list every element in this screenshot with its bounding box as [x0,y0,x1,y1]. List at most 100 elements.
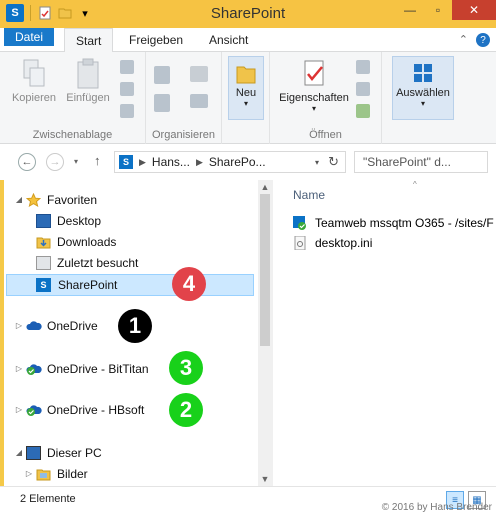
star-icon [25,192,42,208]
maximize-button[interactable]: ▫ [424,0,452,20]
window-controls: — ▫ ✕ [396,0,496,20]
group-neu: Neu ▾ [222,52,270,144]
neu-label: Neu [235,87,257,99]
onedrive-synced-icon [26,362,42,376]
neu-button[interactable]: Neu ▾ [228,56,264,120]
nav-label-onedrive-hbsoft: OneDrive - HBsoft [47,403,145,417]
address-dropdown-icon[interactable]: ▾ [315,158,319,167]
downloads-icon [36,235,51,249]
nav-bilder[interactable]: ▷ Bilder [4,464,254,484]
recent-dropdown-icon[interactable]: ▾ [74,157,78,166]
collapse-icon[interactable]: ◢ [14,443,24,463]
history-icon[interactable] [356,104,370,118]
nav-zuletzt-besucht[interactable]: Zuletzt besucht [4,253,254,273]
file-name-desktop-ini: desktop.ini [315,236,373,250]
sharepoint-icon: S [36,278,51,292]
group-label-zwischenablage: Zwischenablage [32,129,113,141]
breadcrumb-separator-icon: ▶ [139,156,146,167]
eigenschaften-button[interactable]: Eigenschaften ▾ [274,58,354,113]
search-input[interactable]: "SharePoint" d... [354,151,488,173]
properties-icon[interactable] [37,5,53,21]
expand-icon[interactable]: ▷ [14,359,24,379]
tab-freigeben[interactable]: Freigeben [118,28,194,52]
edit-icon[interactable] [356,82,370,96]
scroll-down-icon[interactable]: ▼ [258,472,272,486]
group-zwischenablage: Kopieren Einfügen Zwischenablage [0,52,146,144]
eigenschaften-dropdown-icon: ▾ [311,104,316,113]
expand-icon[interactable]: ▷ [14,400,24,420]
nav-scrollbar[interactable]: ▲ ▼ [258,180,272,486]
paste-icon [74,58,102,90]
dropdown-icon[interactable]: ▾ [77,5,93,21]
breadcrumb-hans[interactable]: Hans... [152,155,190,169]
copy-path-icon[interactable] [120,82,134,96]
rename-icon[interactable] [190,94,208,108]
status-bar: 2 Elemente ≡ ▦ © 2016 by Hans Brender [0,486,496,515]
einfuegen-label: Einfügen [66,92,110,104]
open-icon[interactable] [356,60,370,74]
nav-downloads[interactable]: Downloads [4,232,254,252]
expand-icon[interactable]: ▷ [24,464,34,484]
kopieren-button[interactable]: Kopieren [10,58,58,104]
qat-separator [30,5,31,21]
nav-desktop[interactable]: Desktop [4,211,254,231]
scroll-up-icon[interactable]: ▲ [258,180,272,194]
refresh-icon[interactable]: ↻ [328,154,339,170]
tab-ansicht[interactable]: Ansicht [198,28,259,52]
group-organisieren: Organisieren [146,52,222,144]
group-oeffnen: Eigenschaften ▾ Öffnen [270,52,382,144]
collapse-ribbon-icon[interactable]: ⌃ [459,33,468,47]
nav-onedrive-hbsoft[interactable]: ▷ OneDrive - HBsoft [4,400,254,420]
copy-icon [20,58,48,90]
nav-label-desktop: Desktop [57,214,102,228]
address-row: ← → ▾ ↑ S ▶ Hans... ▶ SharePo... ▾ ↻ "Sh… [0,144,496,180]
search-placeholder: "SharePoint" d... [363,155,451,169]
properties-icon [300,58,328,90]
forward-button[interactable]: → [46,153,64,171]
move-to-icon[interactable] [154,66,170,84]
nav-dieser-pc[interactable]: ◢ Dieser PC [4,443,254,463]
auswaehlen-button[interactable]: Auswählen ▾ [392,56,454,120]
nav-onedrive-bittitan[interactable]: ▷ OneDrive - BitTitan [4,359,254,379]
help-icon[interactable]: ? [476,33,490,47]
copy-to-icon[interactable] [154,94,170,112]
auswaehlen-dropdown-icon: ▾ [420,99,425,108]
tab-start[interactable]: Start [64,28,114,53]
nav-label-onedrive-bittitan: OneDrive - BitTitan [47,362,149,376]
ribbon-controls: ⌃ ? [459,33,490,47]
einfuegen-button[interactable]: Einfügen [64,58,112,104]
nav-label-onedrive: OneDrive [47,319,98,333]
nav-label-sharepoint: SharePoint [58,278,118,292]
nav-label-bilder: Bilder [57,467,88,481]
item-count: 2 Elemente [20,493,76,505]
sharepoint-app-icon[interactable]: S [6,4,24,22]
annotation-badge-4: 4 [172,267,206,301]
ribbon-tabs: Datei Start Freigeben Ansicht ⌃ ? [0,28,496,53]
annotation-badge-3: 3 [169,351,203,385]
collapse-icon[interactable]: ◢ [14,190,24,210]
scroll-thumb[interactable] [260,194,270,346]
close-button[interactable]: ✕ [452,0,496,20]
folder-icon[interactable] [57,5,73,21]
paste-shortcut-icon[interactable] [120,104,134,118]
column-header-name[interactable]: Name [293,188,325,202]
delete-icon[interactable] [190,66,208,82]
expand-icon[interactable]: ▷ [14,316,24,336]
group-label-oeffnen: Öffnen [309,129,342,141]
cut-icon[interactable] [120,60,134,74]
breadcrumb-sharepoint[interactable]: SharePo... [209,155,266,169]
desktop-icon [36,214,51,228]
nav-label-dieser-pc: Dieser PC [47,446,102,460]
nav-favoriten[interactable]: ◢ Favoriten [4,190,254,210]
tab-datei[interactable]: Datei [4,28,55,46]
sharepoint-synced-icon [293,216,307,230]
settings-file-icon [293,235,307,251]
address-bar[interactable]: S ▶ Hans... ▶ SharePo... ▾ ↻ [114,151,346,173]
new-folder-icon [235,61,257,85]
nav-label-downloads: Downloads [57,235,117,249]
nav-sharepoint[interactable]: S SharePoint [6,274,254,296]
up-icon[interactable]: ↑ [94,153,101,168]
nav-label-zuletzt-besucht: Zuletzt besucht [57,256,139,270]
minimize-button[interactable]: — [396,0,424,20]
back-button[interactable]: ← [18,153,36,171]
